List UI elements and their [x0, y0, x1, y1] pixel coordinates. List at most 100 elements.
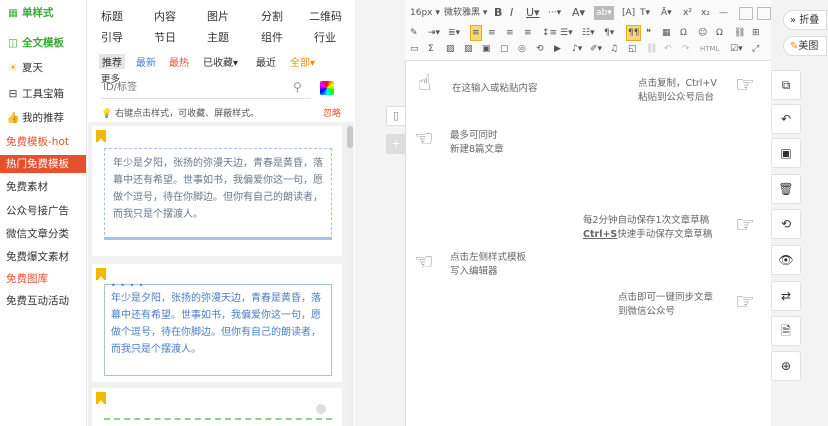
circle-icon[interactable]: ◎: [518, 42, 526, 56]
html-source-button[interactable]: HTML: [700, 42, 719, 56]
grid-table-icon[interactable]: ⊞: [752, 26, 760, 40]
font-color-icon[interactable]: A▾: [572, 6, 585, 20]
list-icon[interactable]: ☰▾: [560, 26, 573, 40]
sidebar-item-article-category[interactable]: 微信文章分类: [6, 225, 69, 243]
background-color-icon[interactable]: ab▾: [594, 6, 614, 20]
fullscreen-icon[interactable]: [757, 7, 771, 20]
sidebar-item-ads[interactable]: 公众号接广告: [6, 202, 69, 220]
filter-recommend[interactable]: 推荐: [99, 54, 125, 69]
indent-icon[interactable]: ⇥▾: [428, 26, 440, 40]
rotate-icon[interactable]: ⟲: [536, 42, 544, 56]
italic-icon[interactable]: I: [510, 6, 513, 20]
sigma-icon[interactable]: Σ: [428, 42, 434, 56]
pen-icon[interactable]: ✐▾: [590, 42, 602, 56]
border-icon[interactable]: [A]: [622, 6, 635, 20]
block-icon[interactable]: ▢: [500, 42, 509, 56]
quote-icon[interactable]: ❝: [646, 26, 651, 40]
frame-icon[interactable]: ▣: [482, 42, 491, 56]
underline-icon[interactable]: U▾: [526, 6, 540, 20]
sidebar-item-single-style[interactable]: ▦ 单样式: [6, 4, 53, 22]
table-icon[interactable]: ▦: [662, 26, 671, 40]
save-icon[interactable]: ▣: [771, 138, 801, 168]
unlink-icon[interactable]: ⛓: [646, 42, 657, 56]
sidebar-item-free-template-hot[interactable]: 免费模板-hot: [6, 133, 69, 151]
paragraph-icon[interactable]: ¶▾: [604, 26, 614, 40]
fold-button[interactable]: » 折叠: [783, 10, 827, 30]
audio-icon[interactable]: ♪▾: [572, 42, 582, 56]
undo-icon[interactable]: ↶: [771, 104, 801, 134]
insert-image-icon[interactable]: ▨: [446, 42, 455, 56]
template-card[interactable]: [92, 388, 342, 426]
beautify-image-button[interactable]: ✎美图: [783, 36, 827, 56]
ordered-list-icon[interactable]: ☷▾: [582, 26, 595, 40]
category-content[interactable]: 内容: [154, 8, 176, 24]
align-left-icon[interactable]: ≡: [470, 25, 482, 41]
format-painter-icon[interactable]: ¶¶: [626, 25, 642, 41]
category-divider[interactable]: 分割: [261, 8, 283, 24]
category-industry[interactable]: 行业: [314, 29, 336, 45]
page-icon[interactable]: [739, 7, 753, 20]
subscript-icon[interactable]: x₂: [701, 6, 710, 20]
zoom-icon[interactable]: ⊕: [771, 351, 801, 381]
sync-icon[interactable]: ⇄: [771, 281, 801, 311]
expand-icon[interactable]: ⤢: [752, 42, 759, 56]
align-right-icon[interactable]: ≡: [506, 26, 514, 40]
filter-newest[interactable]: 最新: [136, 54, 156, 69]
font-size-select[interactable]: 16px ▾: [410, 6, 440, 20]
filter-hottest[interactable]: 最热: [169, 54, 189, 69]
new-article-icon[interactable]: ▯: [386, 106, 406, 126]
more-format-icon[interactable]: ···▾: [548, 6, 561, 20]
preview-eye-icon[interactable]: 👁: [771, 245, 801, 275]
category-title[interactable]: 标题: [101, 8, 123, 24]
text-transform-icon[interactable]: T▾: [640, 6, 650, 20]
scrollbar-thumb[interactable]: [347, 126, 353, 148]
undo-toolbar-icon[interactable]: ↶: [664, 42, 672, 56]
letter-spacing-icon[interactable]: Ā▾: [661, 6, 672, 20]
template-card[interactable]: • • • • 年少是夕阳，张扬的弥漫天边，青春是黄昏，落幕中还有希望。世事如书…: [92, 264, 342, 382]
code-icon[interactable]: Ω: [680, 26, 687, 40]
filter-recent[interactable]: 最近: [256, 54, 276, 69]
category-holiday[interactable]: 节日: [154, 29, 176, 45]
insert-image2-icon[interactable]: ▨: [464, 42, 473, 56]
category-component[interactable]: 组件: [261, 29, 283, 45]
category-guide[interactable]: 引导: [101, 29, 123, 45]
tip-ignore-link[interactable]: 忽略: [323, 106, 341, 119]
sidebar-item-free-material[interactable]: 免费素材: [6, 178, 48, 196]
sidebar-item-viral-material[interactable]: 免费爆文素材: [6, 248, 69, 266]
image-icon[interactable]: ▭: [410, 42, 419, 56]
category-image[interactable]: 图片: [207, 8, 229, 24]
redo-toolbar-icon[interactable]: ↷: [682, 42, 690, 56]
music-icon[interactable]: ♫: [610, 42, 618, 56]
special-char-icon[interactable]: Ω: [716, 26, 723, 40]
category-theme[interactable]: 主题: [207, 29, 229, 45]
sidebar-item-free-gallery[interactable]: 免费图库: [6, 270, 48, 288]
filter-collected[interactable]: 已收藏▾: [203, 54, 238, 69]
sidebar-item-summer[interactable]: ☀ 夏天: [6, 59, 43, 77]
clear-format-icon[interactable]: —: [719, 6, 728, 20]
sidebar-item-hot-free-template[interactable]: 热门免费模板: [0, 155, 86, 173]
sidebar-item-free-activity[interactable]: 免费互动活动: [6, 292, 69, 310]
add-article-button[interactable]: +: [386, 134, 406, 154]
export-doc-icon[interactable]: 🗎: [771, 316, 801, 346]
category-qrcode[interactable]: 二维码: [309, 8, 342, 24]
editor-area[interactable]: [405, 0, 772, 426]
map-icon[interactable]: ◱: [628, 42, 637, 56]
sidebar-item-toolbox[interactable]: ⊟ 工具宝箱: [6, 85, 64, 103]
superscript-icon[interactable]: x²: [683, 6, 692, 20]
link-icon[interactable]: ⛓: [734, 26, 745, 40]
eraser-icon[interactable]: ✎: [410, 26, 418, 40]
trash-icon[interactable]: 🗑: [771, 174, 801, 204]
sidebar-item-full-template[interactable]: ◫ 全文模板: [6, 34, 64, 52]
align-center-icon[interactable]: ≡: [488, 26, 496, 40]
emoji-icon[interactable]: ☺: [698, 26, 707, 40]
copy-icon[interactable]: ⧉: [771, 70, 801, 100]
filter-all[interactable]: 全部▾: [290, 54, 315, 69]
history-icon[interactable]: ⟲: [771, 209, 801, 239]
font-family-select[interactable]: 微软雅黑 ▾: [444, 6, 487, 20]
color-palette-icon[interactable]: [320, 81, 334, 95]
template-scrollbar[interactable]: [346, 122, 354, 426]
line-height-icon[interactable]: ↕≡: [542, 26, 557, 40]
template-card[interactable]: 年少是夕阳，张扬的弥漫天边，青春是黄昏，落幕中还有希望。世事如书，我偏爱你这一句…: [92, 126, 342, 256]
video-icon[interactable]: ▶: [554, 42, 561, 56]
sidebar-item-my-recommend[interactable]: 👍 我的推荐: [6, 109, 64, 127]
